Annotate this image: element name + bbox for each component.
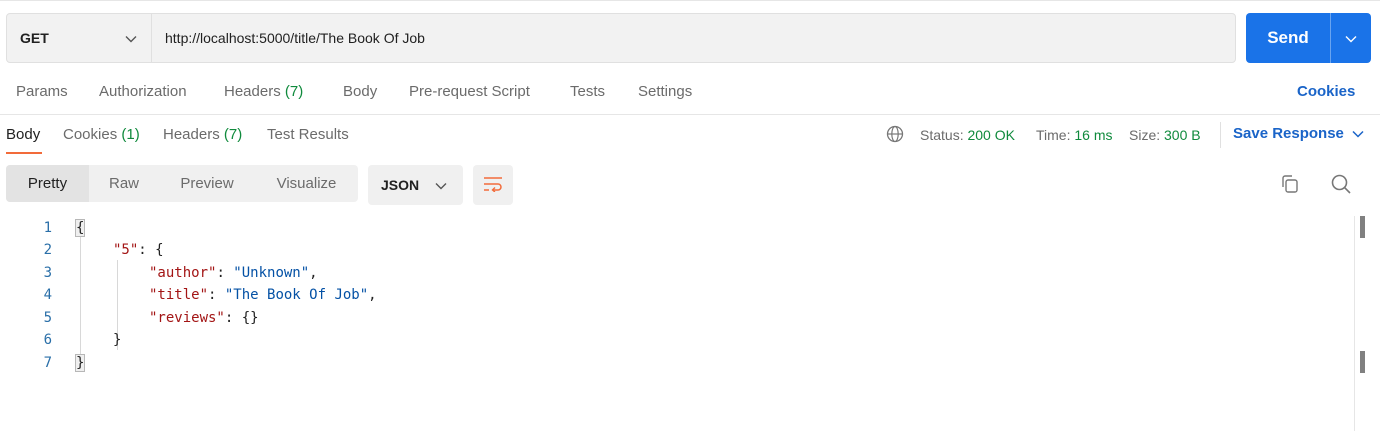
time-info: Time: 16 ms [1036,125,1113,145]
response-body-editor[interactable]: 1 { 2 "5": { 3 "author": "Unknown", 4 "t… [0,216,1380,431]
line-number: 4 [43,287,52,303]
tab-label: Pre-request Script [409,83,530,100]
indent-guide [80,237,81,372]
line-number: 3 [43,265,52,281]
view-mode-selector: Pretty Raw Preview Visualize [6,165,358,202]
tab-headers[interactable]: Headers (7) [224,83,303,100]
method-select[interactable]: GET [7,14,152,62]
size-info: Size: 300 B [1129,125,1201,145]
send-button-group: Send [1246,13,1371,63]
scrollbar-marker [1360,216,1365,238]
status-label: Status: [920,127,964,143]
separator [1220,122,1221,148]
search-button[interactable] [1328,172,1354,198]
line-number: 1 [43,220,52,236]
tab-label: Headers [163,126,220,143]
method-label: GET [20,30,49,46]
json-value: "Unknown" [233,265,310,281]
tab-label: Body [6,126,41,143]
view-visualize[interactable]: Visualize [255,165,358,202]
tab-label: Params [16,83,68,100]
tab-count: (1) [121,126,140,143]
json-key: "5" [113,242,139,258]
line-number: 5 [43,310,52,326]
search-icon [1330,173,1352,198]
tab-tests[interactable]: Tests [570,83,605,100]
copy-button[interactable] [1278,173,1302,197]
line-number: 2 [43,242,52,258]
tab-pre-request-script[interactable]: Pre-request Script [409,83,530,100]
json-brace: { [74,219,86,237]
top-border [0,0,1380,1]
url-input[interactable]: http://localhost:5000/title/The Book Of … [152,30,1235,46]
tab-count: (7) [223,126,243,143]
code-line: "5": { [113,242,164,258]
size-label: Size: [1129,127,1161,143]
code-line: "author": "Unknown", [149,265,318,281]
tab-label: Settings [638,83,693,100]
view-pretty[interactable]: Pretty [6,165,89,202]
send-button[interactable]: Send [1246,13,1330,63]
tab-params[interactable]: Params [16,83,68,100]
time-label: Time: [1036,127,1071,143]
divider [0,114,1380,115]
tab-label: Headers [224,83,281,100]
json-key: "title" [149,287,209,303]
response-tab-headers[interactable]: Headers (7) [163,126,242,143]
tab-count: (7) [284,83,304,100]
tab-label: Body [343,83,378,100]
chevron-down-icon [435,177,447,193]
json-value: "The Book Of Job" [224,287,369,303]
scrollbar-track[interactable] [1354,216,1355,431]
tab-label: Test Results [267,126,349,143]
json-key: "reviews" [149,310,225,326]
globe-icon[interactable] [886,125,904,146]
code-line: { [74,219,86,237]
size-value[interactable]: 300 B [1164,127,1201,143]
format-label: JSON [381,177,420,193]
wrap-lines-icon [483,176,503,195]
status-value[interactable]: 200 OK [967,127,1014,143]
chevron-down-icon [1345,30,1357,46]
json-key: "author" [149,265,217,281]
chevron-down-icon [1352,125,1364,142]
view-preview[interactable]: Preview [159,165,255,202]
tab-settings[interactable]: Settings [638,83,692,100]
response-tab-cookies[interactable]: Cookies (1) [63,126,140,143]
tab-label: Cookies [63,126,118,143]
tab-label: Authorization [99,83,187,100]
tab-authorization[interactable]: Authorization [99,83,187,100]
request-tabs: Params Authorization Headers (7) Body Pr… [0,83,1380,103]
time-value[interactable]: 16 ms [1074,127,1112,143]
send-options-button[interactable] [1331,13,1371,63]
json-brace: } [74,354,86,372]
request-bar: GET http://localhost:5000/title/The Book… [6,13,1236,63]
chevron-down-icon [125,30,137,46]
response-tab-body[interactable]: Body [6,126,40,143]
line-number: 6 [43,332,52,348]
tab-body[interactable]: Body [343,83,377,100]
code-line: } [74,354,86,372]
code-line: "reviews": {} [149,310,259,326]
save-response-label: Save Response [1233,125,1344,142]
code-line: } [113,332,122,348]
scrollbar-marker [1360,351,1365,373]
response-tab-test-results[interactable]: Test Results [267,126,349,143]
copy-icon [1280,174,1300,197]
active-tab-underline [6,152,42,154]
code-line: "title": "The Book Of Job", [149,287,377,303]
line-number: 7 [43,355,52,371]
cookies-link[interactable]: Cookies [1297,83,1355,100]
format-select[interactable]: JSON [368,165,463,205]
save-response-button[interactable]: Save Response [1233,125,1364,142]
tab-label: Tests [570,83,606,100]
wrap-lines-button[interactable] [473,165,513,205]
status-info: Status: 200 OK [920,125,1015,145]
view-raw[interactable]: Raw [89,165,159,202]
